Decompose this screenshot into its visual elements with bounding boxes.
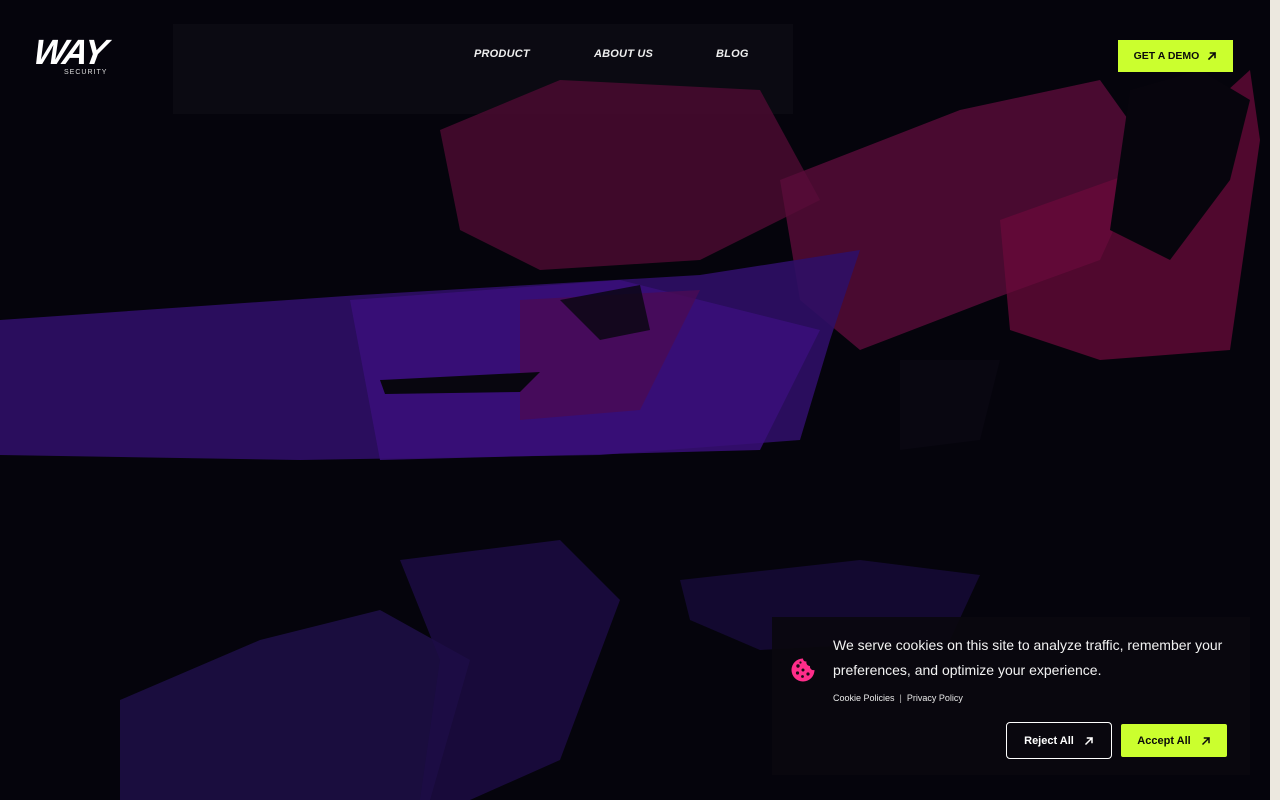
arrow-up-right-icon xyxy=(1208,51,1217,61)
cookie-links: Cookie Policies | Privacy Policy xyxy=(833,693,963,703)
link-separator: | xyxy=(899,693,902,703)
scrollbar-track[interactable] xyxy=(1270,0,1280,800)
nav-link-blog[interactable]: BLOG xyxy=(716,48,749,60)
accept-all-label: Accept All xyxy=(1137,734,1191,747)
logo-subtitle: SECURITY xyxy=(64,69,108,76)
nav-link-about-us[interactable]: ABOUT US xyxy=(594,48,653,60)
get-a-demo-label: GET A DEMO xyxy=(1133,50,1200,62)
get-a-demo-button[interactable]: GET A DEMO xyxy=(1118,40,1233,72)
nav-link-product[interactable]: PRODUCT xyxy=(474,48,530,60)
accept-all-button[interactable]: Accept All xyxy=(1121,724,1227,757)
reject-all-label: Reject All xyxy=(1024,734,1074,747)
cookie-icon xyxy=(791,658,815,682)
arrow-up-right-icon xyxy=(1084,736,1093,745)
logo-wordmark: WAY xyxy=(30,33,109,72)
way-security-logo[interactable]: WAY SECURITY xyxy=(31,33,109,78)
cookie-message: We serve cookies on this site to analyze… xyxy=(833,637,1223,678)
cookie-policies-link[interactable]: Cookie Policies xyxy=(833,693,895,703)
reject-all-button[interactable]: Reject All xyxy=(1006,722,1112,759)
privacy-policy-link[interactable]: Privacy Policy xyxy=(907,693,963,703)
arrow-up-right-icon xyxy=(1201,736,1210,745)
cookie-banner: We serve cookies on this site to analyze… xyxy=(772,617,1250,775)
site-header: WAY SECURITY PRODUCT ABOUT US BLOG GET A… xyxy=(0,0,1270,110)
